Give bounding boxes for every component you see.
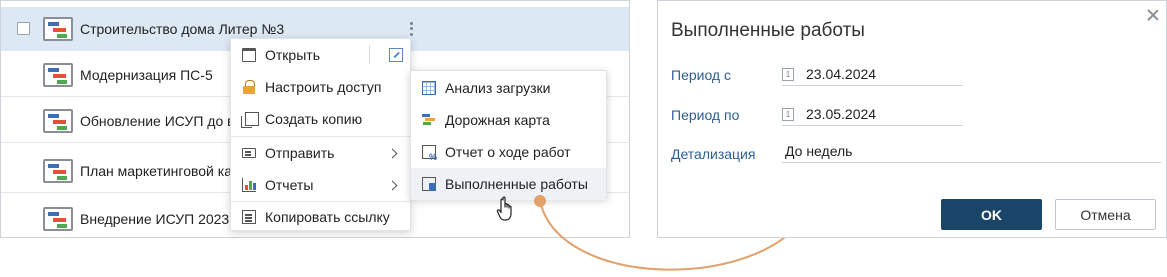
bar-chart-icon [242, 178, 256, 192]
menu-item-label: Дорожная карта [445, 112, 550, 128]
chevron-right-icon [387, 180, 398, 190]
gantt-icon [43, 62, 73, 87]
menu-item-label: Копировать ссылку [265, 209, 390, 225]
divider [369, 46, 370, 64]
calendar-icon[interactable]: 1 [782, 68, 794, 81]
chevron-right-icon [387, 148, 398, 158]
copy-icon [241, 112, 259, 128]
more-vertical-icon[interactable] [405, 20, 417, 38]
menu-item-send[interactable]: Отправить [231, 137, 410, 169]
menu-item-copy-link[interactable]: Копировать ссылку [231, 201, 410, 233]
period-from-field[interactable]: 1 23.04.2024 [782, 66, 963, 86]
project-name: Обновление ИСУП до в [80, 112, 235, 129]
send-icon [242, 148, 256, 158]
menu-item-roadmap[interactable]: Дорожная карта [411, 104, 606, 136]
project-name: Строительство дома Литер №3 [80, 20, 285, 37]
gantt-icon [43, 108, 73, 133]
gantt-icon [43, 158, 73, 183]
menu-item-open[interactable]: Открыть [231, 39, 410, 71]
cancel-button[interactable]: Отмена [1055, 199, 1156, 230]
period-from-value: 23.04.2024 [806, 66, 877, 82]
project-name: Внедрение ИСУП 2023 [80, 211, 230, 227]
detail-label: Детализация [671, 146, 756, 162]
window-icon [242, 48, 256, 62]
menu-item-label: Отправить [265, 145, 335, 161]
detail-value: До недель [785, 143, 853, 159]
completed-report-icon [422, 177, 436, 191]
open-new-window-icon[interactable] [389, 48, 403, 62]
menu-item-label: Анализ загрузки [445, 80, 551, 96]
dialog-title: Выполненные работы [671, 20, 865, 41]
menu-item-label: Отчеты [265, 177, 314, 193]
menu-item-label: Настроить доступ [265, 79, 382, 95]
close-icon[interactable] [1147, 9, 1159, 21]
menu-item-access[interactable]: Настроить доступ [231, 71, 410, 103]
menu-item-label: Выполненные работы [445, 176, 588, 192]
calendar-icon[interactable]: 1 [782, 108, 794, 121]
menu-item-progress-report[interactable]: Отчет о ходе работ [411, 136, 606, 168]
gantt-icon [43, 207, 73, 231]
menu-item-reports[interactable]: Отчеты [231, 169, 410, 201]
completed-work-dialog: Выполненные работы Период с 1 23.04.2024… [657, 0, 1167, 238]
lock-icon [243, 80, 255, 94]
hand-cursor-icon [496, 196, 512, 221]
roadmap-icon [422, 113, 436, 127]
detail-select[interactable]: До недель [782, 143, 1161, 163]
table-icon [422, 81, 436, 95]
menu-item-label: Создать копию [265, 111, 363, 127]
project-name: Модернизация ПС-5 [80, 66, 213, 83]
row-checkbox[interactable] [17, 22, 30, 35]
context-menu: Открыть Настроить доступ Создать копию О… [230, 38, 411, 231]
ok-button[interactable]: OK [941, 199, 1042, 230]
document-link-icon [242, 210, 256, 224]
period-to-field[interactable]: 1 23.05.2024 [782, 106, 963, 126]
gantt-icon [43, 16, 73, 41]
menu-item-label: Открыть [265, 47, 320, 63]
project-name: План маркетинговой ка [80, 162, 232, 179]
menu-item-label: Отчет о ходе работ [445, 144, 571, 160]
period-from-label: Период с [671, 67, 731, 83]
reports-submenu: Анализ загрузки Дорожная карта Отчет о х… [410, 70, 607, 200]
percent-report-icon [422, 145, 437, 162]
menu-item-load-analysis[interactable]: Анализ загрузки [411, 72, 606, 104]
period-to-label: Период по [671, 107, 740, 123]
menu-item-copy[interactable]: Создать копию [231, 103, 410, 135]
period-to-value: 23.05.2024 [806, 106, 877, 122]
